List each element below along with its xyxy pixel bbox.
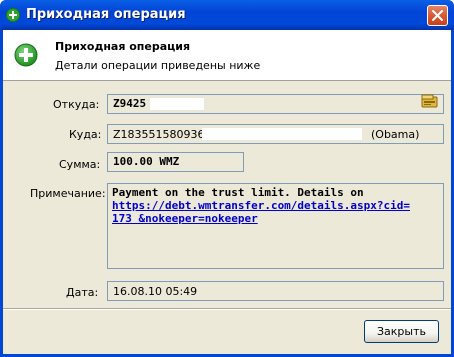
- to-label: Куда:: [69, 128, 102, 141]
- dialog-window: Приходная операция Приходная операция Де…: [0, 0, 454, 357]
- close-button[interactable]: Закрыть: [364, 320, 439, 343]
- separator: [3, 308, 451, 310]
- title-bar[interactable]: Приходная операция: [0, 0, 454, 30]
- from-field[interactable]: Z9425: [107, 94, 444, 114]
- date-field[interactable]: 16.08.10 05:49: [107, 281, 444, 301]
- window-title: Приходная операция: [26, 7, 186, 22]
- window-close-button[interactable]: [427, 5, 448, 26]
- to-field[interactable]: Z183551580936, (Obama): [107, 124, 444, 144]
- note-label: Примечание:: [30, 187, 106, 200]
- note-content: Payment on the trust limit. Details on h…: [112, 186, 437, 225]
- amount-label: Сумма:: [59, 158, 101, 171]
- close-icon: [432, 10, 443, 21]
- note-text: Payment on the trust limit. Details on: [112, 186, 364, 199]
- note-link-line1: https://debt.wmtransfer.com/details.aspx…: [112, 199, 411, 212]
- date-value: 16.08.10 05:49: [113, 285, 198, 298]
- add-circle-icon: [6, 8, 20, 22]
- header-title: Приходная операция: [55, 40, 191, 53]
- dialog-body: Приходная операция Детали операции приве…: [3, 30, 451, 354]
- redacted-area: [150, 98, 204, 110]
- amount-field[interactable]: 100.00 WMZ: [107, 152, 244, 172]
- add-circle-icon: [14, 43, 38, 67]
- note-link-line2: 173 &nokeeper=nokeeper: [112, 212, 258, 225]
- to-value-prefix: Z183551580936,: [113, 128, 209, 141]
- note-field[interactable]: Payment on the trust limit. Details on h…: [107, 183, 444, 269]
- note-link[interactable]: https://debt.wmtransfer.com/details.aspx…: [112, 199, 410, 225]
- dialog-header: Приходная операция Детали операции приве…: [3, 30, 451, 81]
- date-label: Дата:: [66, 286, 99, 299]
- wallet-icon[interactable]: [421, 94, 438, 109]
- amount-value: 100.00 WMZ: [113, 155, 180, 168]
- from-label: Откуда:: [53, 98, 100, 111]
- redacted-area: [202, 128, 362, 140]
- to-value-suffix: (Obama): [371, 128, 420, 141]
- header-subtitle: Детали операции приведены ниже: [55, 59, 261, 72]
- from-value: Z9425: [113, 97, 147, 110]
